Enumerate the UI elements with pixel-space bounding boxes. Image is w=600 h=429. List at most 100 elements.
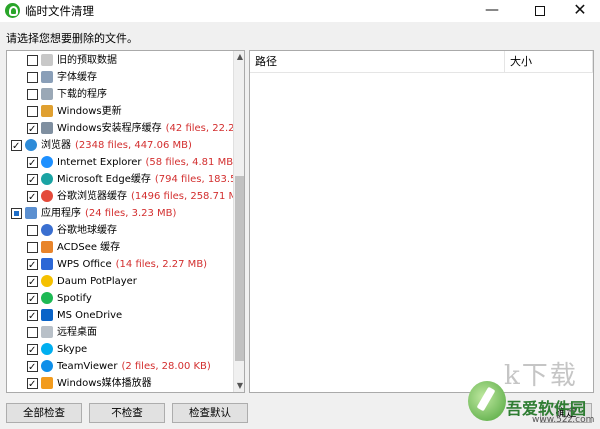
tree-item-label: ACDSee 缓存 [57, 239, 120, 256]
tree-item-label: 下载的程序 [57, 86, 107, 103]
tree-item-label: Windows安装程序缓存 (42 files, 22.29 M [57, 120, 244, 137]
item-checkbox[interactable] [27, 257, 38, 274]
tree-item-label: Internet Explorer (58 files, 4.81 MB) [57, 154, 237, 171]
download-icon [41, 88, 53, 100]
skype-icon [41, 343, 53, 355]
tree-item-label: 远程桌面 [57, 324, 97, 341]
tree-item-label: Windows媒体播放器 [57, 375, 152, 392]
file-detail-list: 路径 大小 [249, 50, 594, 393]
item-name: Windows安装程序缓存 [57, 123, 162, 134]
scroll-down-icon[interactable]: ▼ [234, 380, 244, 392]
tree-item-label: Skype [57, 341, 87, 358]
item-checkbox[interactable] [27, 172, 38, 189]
acdsee-icon [41, 241, 53, 253]
item-name: 远程桌面 [57, 327, 97, 338]
item-name: Windows媒体播放器 [57, 378, 152, 389]
media-player-icon [41, 377, 53, 389]
item-checkbox[interactable] [27, 189, 38, 206]
tree-item-label: MS OneDrive [57, 307, 122, 324]
item-name: 下载的程序 [57, 89, 107, 100]
item-name: 浏览器 [41, 140, 71, 151]
folder-icon [41, 54, 53, 66]
wps-icon [41, 258, 53, 270]
instruction-text: 请选择您想要删除的文件。 [6, 32, 138, 45]
maximize-button[interactable] [518, 0, 562, 22]
app-icon [5, 3, 20, 18]
item-name: Microsoft Edge缓存 [57, 174, 151, 185]
remote-desktop-icon [41, 326, 53, 338]
item-name: 谷歌浏览器缓存 [57, 191, 127, 202]
item-checkbox[interactable] [27, 342, 38, 359]
column-header-size[interactable]: 大小 [505, 51, 593, 73]
item-checkbox[interactable] [27, 225, 38, 236]
item-checkbox[interactable] [27, 72, 38, 83]
item-checkbox[interactable] [27, 291, 38, 308]
onedrive-icon [41, 309, 53, 321]
tree-scrollbar[interactable]: ▲ ▼ [233, 51, 244, 392]
item-name: Daum PotPlayer [57, 276, 137, 287]
item-checkbox[interactable] [27, 274, 38, 291]
maximize-icon [535, 6, 545, 16]
item-checkbox[interactable] [27, 155, 38, 172]
item-checkbox[interactable] [27, 106, 38, 117]
item-checkbox[interactable] [27, 89, 38, 100]
tree-item-label: 谷歌浏览器缓存 (1496 files, 258.71 MB) [57, 188, 244, 205]
uncheck-button[interactable]: 不检查 [89, 403, 165, 423]
close-button[interactable]: ✕ [558, 0, 600, 22]
tree-item-label: 旧的预取数据 [57, 52, 117, 69]
installer-icon [41, 122, 53, 134]
ok-button[interactable]: 确定 [540, 403, 592, 423]
item-checkbox[interactable] [27, 308, 38, 325]
minimize-button[interactable]: — [470, 0, 514, 22]
earth-icon [41, 224, 53, 236]
scroll-up-icon[interactable]: ▲ [234, 51, 244, 63]
tree-item-label: Microsoft Edge缓存(794 files, 183.55 MB [57, 171, 244, 188]
item-name: WPS Office [57, 259, 112, 270]
tree-item-label: 应用程序 (24 files, 3.23 MB) [41, 205, 176, 222]
item-name: 谷歌地球缓存 [57, 225, 117, 236]
window-title: 临时文件清理 [25, 4, 94, 18]
item-stats: (2 files, 28.00 KB) [121, 361, 211, 372]
item-checkbox[interactable] [27, 359, 38, 376]
item-name: 字体缓存 [57, 72, 97, 83]
item-stats: (14 files, 2.27 MB) [115, 259, 208, 270]
tree-item-label: Windows更新 [57, 103, 122, 120]
item-checkbox[interactable] [27, 376, 38, 392]
item-checkbox[interactable] [27, 242, 38, 253]
column-header-path[interactable]: 路径 [250, 51, 505, 73]
item-name: Skype [57, 344, 88, 355]
potplayer-icon [41, 275, 53, 287]
globe-icon [25, 139, 37, 151]
item-name: Spotify [57, 293, 92, 304]
scroll-thumb[interactable] [235, 176, 244, 361]
cleanup-tree: 旧的预取数据字体缓存下载的程序 Windows更新 Windows安装程序缓存(42… [6, 50, 245, 393]
check-default-button[interactable]: 检查默认 [172, 403, 248, 423]
item-name: Windows更新 [57, 106, 122, 117]
item-name: ACDSee 缓存 [57, 242, 121, 253]
tree-item-label: Spotify [57, 290, 92, 307]
item-checkbox[interactable] [27, 327, 38, 338]
item-checkbox[interactable] [11, 208, 22, 219]
teamviewer-icon [41, 360, 53, 372]
item-name: Internet Explorer [57, 157, 142, 168]
tree-item-label: Daum PotPlayer [57, 273, 137, 290]
item-stats: (794 files, 183.55 MB [154, 174, 244, 185]
item-stats: (2348 files, 447.06 MB) [75, 140, 192, 151]
item-checkbox[interactable] [27, 121, 38, 138]
ie-icon [41, 156, 53, 168]
item-checkbox[interactable] [11, 138, 22, 155]
tree-item-label: 字体缓存 [57, 69, 97, 86]
item-name: TeamViewer [57, 361, 118, 372]
apps-icon [25, 207, 37, 219]
item-checkbox[interactable] [27, 55, 38, 66]
item-name: 旧的预取数据 [57, 55, 117, 66]
item-name: MS OneDrive [57, 310, 123, 321]
spotify-icon [41, 292, 53, 304]
edge-icon [41, 173, 53, 185]
chrome-icon [41, 190, 53, 202]
tree-item-label: TeamViewer (2 files, 28.00 KB) [57, 358, 211, 375]
check-all-button[interactable]: 全部检查 [6, 403, 82, 423]
font-icon [41, 71, 53, 83]
tree-item-label: 谷歌地球缓存 [57, 222, 117, 239]
item-stats: (58 files, 4.81 MB) [145, 157, 237, 168]
